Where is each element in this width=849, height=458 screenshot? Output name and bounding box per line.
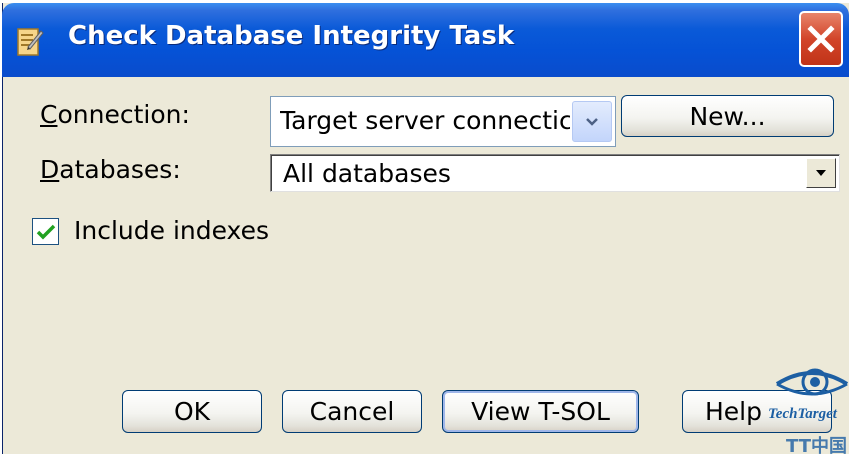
window-title: Check Database Integrity Task (68, 21, 515, 51)
connection-label: Connection: (40, 100, 190, 129)
title-bar[interactable]: Check Database Integrity Task (2, 3, 849, 77)
dropdown-arrow-icon (816, 170, 826, 176)
include-indexes-label[interactable]: Include indexes (74, 216, 269, 245)
dropdown-arrow-icon (586, 117, 598, 126)
dialog-window: Check Database Integrity Task Connection… (2, 3, 849, 454)
connection-label-text: Connection: (40, 100, 190, 129)
ok-button[interactable]: OK (122, 390, 262, 433)
task-icon (17, 28, 44, 56)
watermark-subtext: TT中国 (786, 436, 847, 457)
close-button[interactable] (799, 11, 843, 67)
connection-dropdown-button[interactable] (572, 101, 612, 142)
connection-select[interactable]: Target server connectic (270, 96, 616, 147)
cancel-button[interactable]: Cancel (282, 390, 422, 433)
databases-dropdown-button[interactable] (806, 158, 836, 188)
databases-label: Databases: (40, 155, 181, 184)
close-icon (807, 25, 835, 53)
view-tsql-button[interactable]: View T-SOL (442, 390, 639, 433)
databases-label-text: Databases: (40, 155, 181, 184)
include-indexes-checkbox[interactable] (32, 218, 59, 245)
databases-value: All databases (283, 159, 451, 188)
new-connection-button[interactable]: New... (621, 95, 834, 137)
databases-select[interactable]: All databases (270, 154, 840, 192)
checkbox-check-icon (36, 224, 55, 239)
connection-value: Target server connectic (280, 106, 570, 135)
watermark-text: TechTarget (768, 406, 837, 422)
